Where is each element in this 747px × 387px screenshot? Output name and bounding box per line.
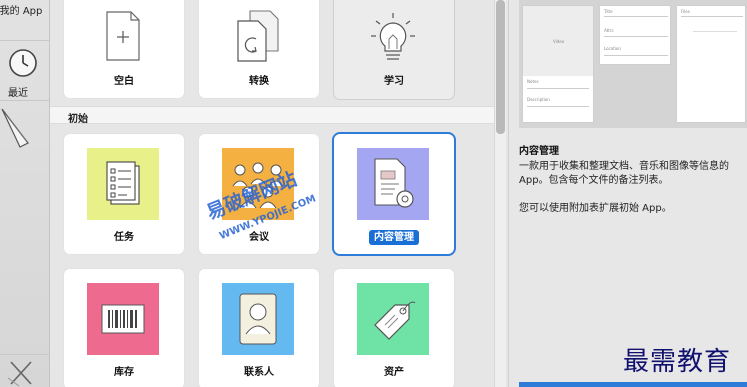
lightbulb-icon — [371, 13, 415, 60]
preview-label: Files — [681, 9, 690, 14]
preview-label: Title — [604, 9, 613, 14]
preview-column: Files — [676, 5, 746, 123]
template-detail-extra: 您可以使用附加表扩展初始 App。 — [519, 203, 672, 214]
sidebar-divider — [0, 40, 50, 41]
template-thumb — [357, 148, 429, 220]
template-thumb — [222, 283, 294, 355]
preview-label: Notes — [527, 79, 539, 84]
template-card-task[interactable]: 任务 — [64, 134, 184, 254]
section-header: 初始 — [50, 106, 498, 125]
template-label: 转换 — [249, 76, 269, 87]
template-thumb — [222, 0, 294, 72]
template-card-contacts[interactable]: 联系人 — [199, 269, 319, 387]
template-preview: Video Notes Description Title Attrs Loca… — [519, 0, 747, 128]
sidebar-divider — [0, 100, 50, 101]
template-label: 空白 — [114, 76, 134, 87]
preview-label: Description — [527, 97, 550, 102]
template-detail-title: 内容管理 — [519, 146, 559, 157]
clock-icon — [9, 49, 37, 77]
task-checklist-icon — [106, 161, 140, 205]
pencil-ruler-icon — [1, 108, 29, 148]
sidebar: 我的 App 最近 — [0, 0, 50, 387]
brand-watermark: 最需教育 — [623, 347, 732, 377]
asset-tag-icon — [374, 301, 416, 340]
template-thumb — [357, 2, 429, 74]
sidebar-item-label: 我的 App — [0, 6, 43, 17]
preview-column: Video Notes Description — [522, 5, 594, 123]
template-thumb — [87, 148, 159, 220]
template-detail-description: 一款用于收集和整理文档、音乐和图像等信息的 App。包含每个文件的备注列表。 — [519, 161, 729, 186]
sidebar-item-my-apps[interactable]: 我的 App — [0, 2, 50, 17]
template-card-learn[interactable]: 学习 — [334, 0, 454, 99]
convert-document-icon — [237, 10, 279, 62]
scrollbar-thumb[interactable] — [496, 0, 505, 134]
sidebar-item-recent[interactable]: 最近 — [0, 48, 50, 99]
contact-card-icon — [239, 293, 277, 345]
template-thumb — [357, 283, 429, 355]
sidebar-item-tools[interactable] — [0, 103, 50, 153]
choose-button-edge[interactable] — [519, 382, 747, 387]
content-document-gear-icon — [374, 158, 414, 208]
preview-label: Location — [604, 46, 621, 51]
template-label: 任务 — [114, 232, 134, 243]
sidebar-item-close[interactable] — [0, 358, 50, 387]
template-card-assets[interactable]: 资产 — [334, 269, 454, 387]
sidebar-divider — [0, 354, 50, 355]
blank-document-icon — [106, 11, 140, 61]
template-label: 会议 — [249, 232, 269, 243]
barcode-icon — [101, 304, 145, 334]
sidebar-item-label: 最近 — [8, 88, 28, 99]
template-card-convert[interactable]: 转换 — [199, 0, 319, 98]
template-card-content-management[interactable]: 内容管理 — [334, 134, 454, 254]
template-thumb — [87, 283, 159, 355]
preview-label: Attrs — [604, 28, 614, 33]
template-card-inventory[interactable]: 库存 — [64, 269, 184, 387]
template-thumb — [87, 0, 159, 72]
close-x-icon — [7, 361, 32, 387]
template-label-selected: 内容管理 — [334, 228, 454, 245]
preview-column: Title Attrs Location — [599, 5, 671, 65]
preview-label: Video — [553, 39, 565, 44]
gallery-scrollbar[interactable] — [494, 0, 506, 387]
app-window: 我的 App 最近 空白 转换 学习 初始 任务 会议 内容管理 库存 联系人 … — [0, 0, 747, 387]
template-label: 内容管理 — [369, 230, 419, 245]
template-gallery: 空白 转换 学习 初始 任务 会议 内容管理 库存 联系人 资产 易破解网站 W… — [50, 0, 508, 387]
template-label: 学习 — [384, 76, 404, 87]
template-label: 库存 — [114, 367, 134, 378]
template-label: 资产 — [384, 367, 404, 378]
section-title: 初始 — [68, 114, 88, 125]
template-card-blank[interactable]: 空白 — [64, 0, 184, 98]
template-label: 联系人 — [244, 367, 274, 378]
detail-panel: Video Notes Description Title Attrs Loca… — [508, 0, 747, 387]
